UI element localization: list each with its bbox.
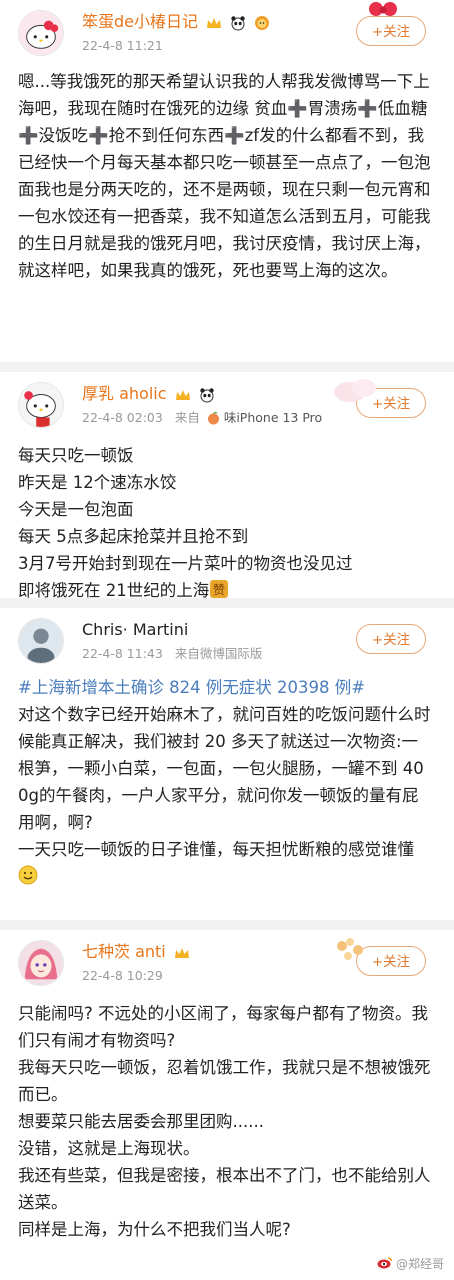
username-row: 厚乳 aholic	[82, 384, 215, 404]
post-meta: 22-4-8 10:29	[82, 968, 163, 984]
username-row: 笨蛋de小椿日记	[82, 12, 270, 32]
avatar[interactable]	[18, 10, 64, 56]
post-body: 每天只吃一顿饭 昨天是 12个速冻水饺 今天是一包泡面 每天 5点多起床抢菜并且…	[18, 442, 440, 604]
post-body: 嗯...等我饿死的那天希望认识我的人帮我发微博骂一下上海吧，我现在随时在饿死的边…	[18, 68, 440, 284]
smile-emoji-icon	[18, 865, 38, 885]
post-line: 昨天是 12个速冻水饺	[18, 473, 177, 492]
post-line: 只能闹吗? 不远处的小区闹了，每家每户都有了物资。我们只有闹才有物资吗?	[18, 1004, 429, 1050]
post-line: 同样是上海，为什么不把我们当人呢?	[18, 1220, 291, 1239]
panda-badge-icon	[230, 15, 246, 31]
username[interactable]: 厚乳 aholic	[82, 384, 167, 403]
post-time: 22-4-8 02:03	[82, 410, 163, 425]
follow-button[interactable]: +关注	[356, 388, 426, 418]
follow-button[interactable]: +关注	[356, 946, 426, 976]
post-time: 22-4-8 10:29	[82, 968, 163, 983]
post-header: 厚乳 aholic 22-4-8 02:03 来自 味iPhone 13 Pro…	[18, 372, 440, 434]
post-header: 笨蛋de小椿日记 22-4-8 11:21 +关注	[18, 0, 440, 62]
crown-badge-icon	[206, 16, 222, 30]
avatar[interactable]	[18, 382, 64, 428]
username[interactable]: 笨蛋de小椿日记	[82, 12, 198, 31]
post-line: 每天 5点多起床抢菜并且抢不到	[18, 527, 249, 546]
post-header: Chris· Martini 22-4-8 11:43 来自微博国际版 +关注	[18, 608, 440, 670]
weibo-logo-icon	[377, 1256, 393, 1272]
crown-badge-icon	[174, 946, 190, 960]
svg-text:赞: 赞	[213, 583, 225, 597]
post-body: #上海新增本土确诊 824 例无症状 20398 例# 对这个数字已经开始麻木了…	[18, 674, 440, 890]
watermark: @郑经哥	[377, 1255, 444, 1272]
post-body: 只能闹吗? 不远处的小区闹了，每家每户都有了物资。我们只有闹才有物资吗? 我每天…	[18, 1000, 440, 1243]
username[interactable]: 七种茨 anti	[82, 942, 166, 961]
post-line: 我每天只吃一顿饭，忍着饥饿工作，我就只是不想被饿死而已。	[18, 1058, 431, 1104]
post-3: Chris· Martini 22-4-8 11:43 来自微博国际版 +关注 …	[0, 608, 454, 920]
post-line: 每天只吃一顿饭	[18, 446, 134, 465]
post-1: 笨蛋de小椿日记 22-4-8 11:21 +关注 嗯...等我饿死的那天希望认…	[0, 0, 454, 362]
hashtag-link[interactable]: #上海新增本土确诊 824 例无症状 20398 例#	[18, 674, 432, 701]
post-paragraph-with-emoji: 一天只吃一顿饭的日子谁懂，每天担忧断粮的感觉谁懂	[18, 836, 432, 890]
post-line: 即将饿死在 21世纪的上海	[18, 581, 210, 600]
post-2: 厚乳 aholic 22-4-8 02:03 来自 味iPhone 13 Pro…	[0, 372, 454, 600]
post-header: 七种茨 anti 22-4-8 10:29 +关注	[18, 930, 440, 992]
peach-icon	[207, 412, 220, 425]
post-line: 想要菜只能去居委会那里团购......	[18, 1112, 264, 1131]
post-paragraph: 对这个数字已经开始麻木了，就问百姓的吃饭问题什么时候能真正解决，我们被封 20 …	[18, 705, 431, 832]
username-row: Chris· Martini	[82, 620, 188, 640]
post-line: 我还有些菜，但我是密接，根本出不了门，也不能给别人送菜。	[18, 1166, 431, 1212]
post-divider	[0, 362, 454, 372]
post-time: 22-4-8 11:43	[82, 646, 163, 661]
hello-kitty-avatar-icon	[19, 383, 63, 427]
crown-badge-icon	[175, 388, 191, 402]
follow-button[interactable]: +关注	[356, 624, 426, 654]
post-line: 今天是一包泡面	[18, 500, 134, 519]
anime-girl-avatar-icon	[19, 941, 63, 985]
username-row: 七种茨 anti	[82, 942, 190, 962]
post-line-with-emoji: 即将饿死在 21世纪的上海赞	[18, 577, 432, 604]
username[interactable]: Chris· Martini	[82, 620, 188, 639]
post-time: 22-4-8 11:21	[82, 38, 163, 53]
watermark-text: @郑经哥	[395, 1257, 444, 1271]
post-source: 来自微博国际版	[174, 646, 263, 661]
post-4: 七种茨 anti 22-4-8 10:29 +关注 只能闹吗? 不远处的小区闹了…	[0, 930, 454, 1280]
user-avatar-icon	[19, 619, 63, 663]
avatar[interactable]	[18, 940, 64, 986]
hello-kitty-avatar-icon	[19, 11, 63, 55]
follow-button[interactable]: +关注	[356, 16, 426, 46]
post-line: 3月7号开始封到现在一片菜叶的物资也没见过	[18, 554, 353, 573]
post-line: 没错，这就是上海现状。	[18, 1139, 200, 1158]
post-text: 嗯...等我饿死的那天希望认识我的人帮我发微博骂一下上海吧，我现在随时在饿死的边…	[18, 72, 431, 280]
lion-badge-icon	[254, 15, 270, 31]
post-meta: 22-4-8 02:03 来自 味iPhone 13 Pro	[82, 410, 322, 426]
avatar[interactable]	[18, 618, 64, 664]
post-divider	[0, 920, 454, 930]
post-meta: 22-4-8 11:21	[82, 38, 163, 54]
laugh-cry-emoji-icon: 赞	[209, 579, 229, 599]
post-paragraph: 一天只吃一顿饭的日子谁懂，每天担忧断粮的感觉谁懂	[18, 840, 414, 859]
post-source-prefix: 来自	[174, 410, 200, 425]
post-meta: 22-4-8 11:43 来自微博国际版	[82, 646, 262, 662]
post-source: 味iPhone 13 Pro	[223, 410, 323, 425]
panda-badge-icon	[199, 387, 215, 403]
